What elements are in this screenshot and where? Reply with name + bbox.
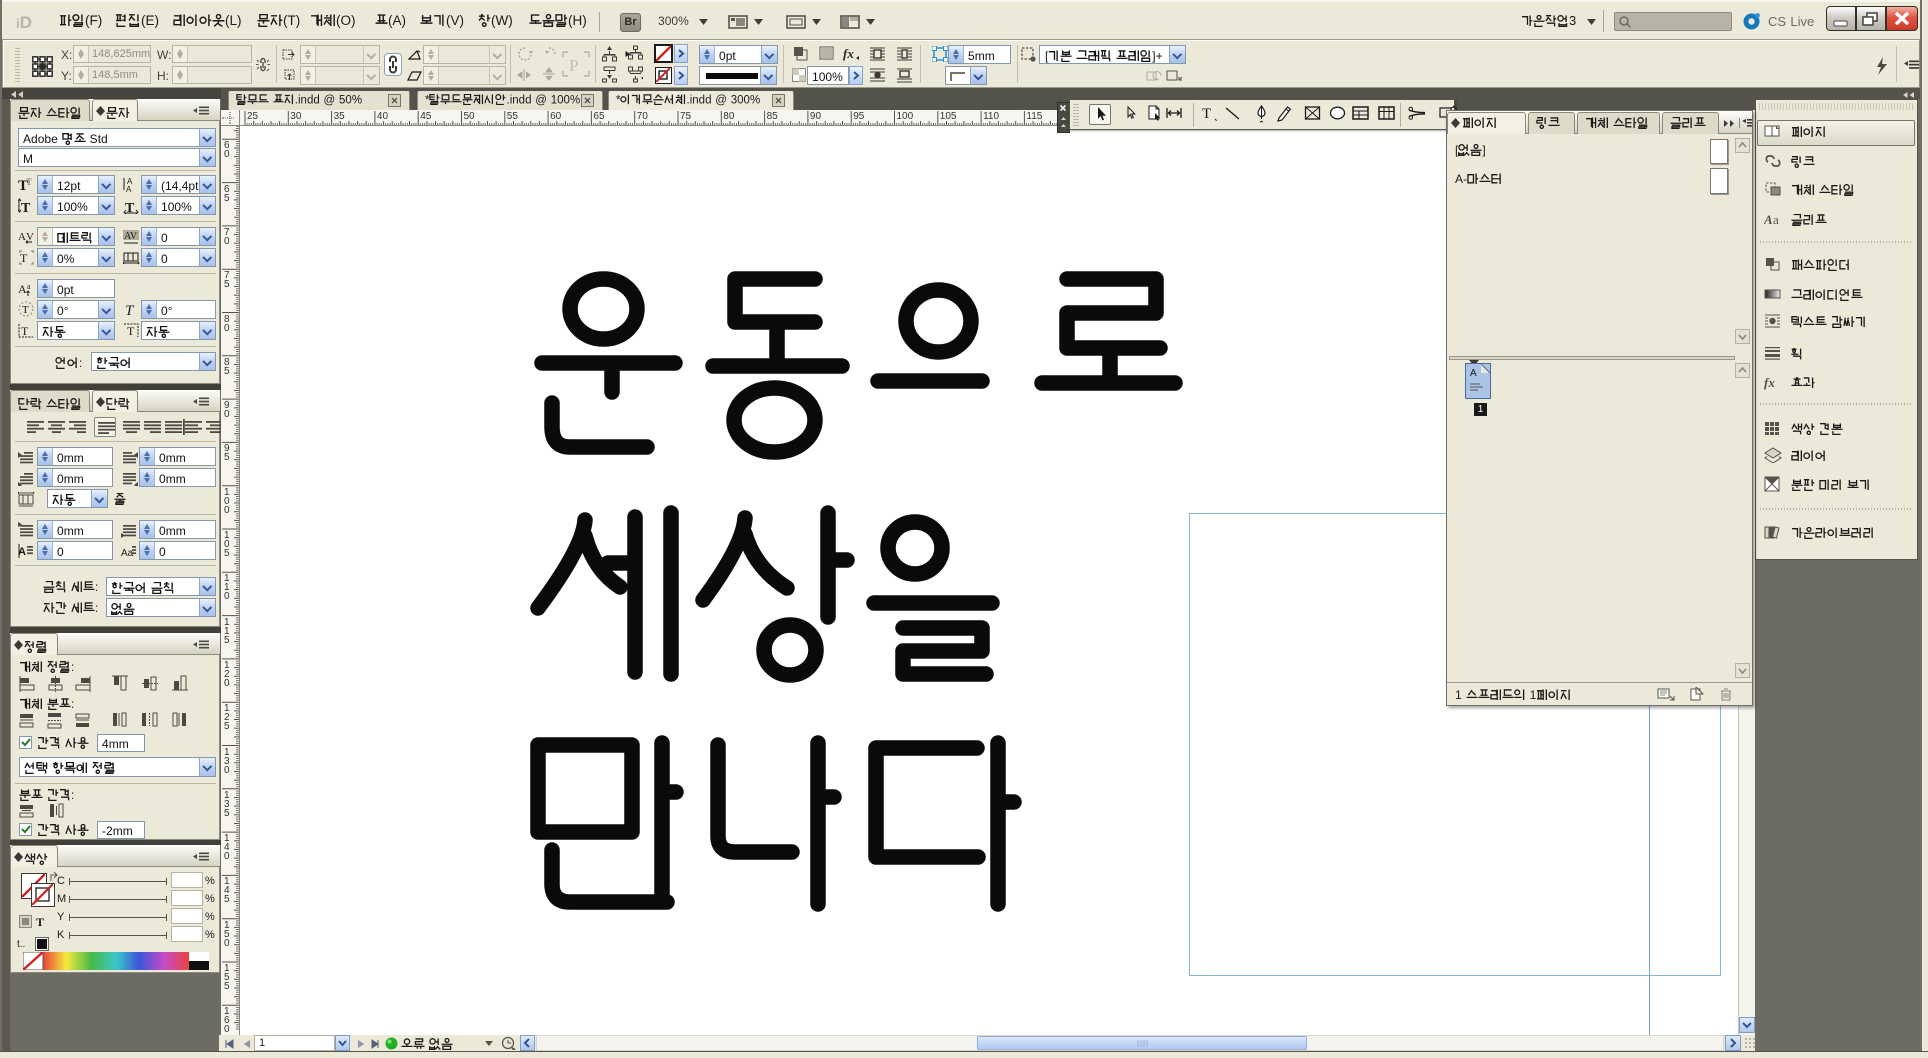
svg-text:A: A [1764,212,1773,227]
svg-text:T: T [36,915,44,928]
svg-text:a: a [27,282,31,291]
svg-text:fx: fx [1764,375,1775,390]
svg-text:T: T [20,251,28,265]
svg-text:A: A [18,282,27,296]
svg-text:T: T [21,324,29,338]
svg-text:A: A [18,231,26,243]
svg-text:T: T [125,201,135,214]
svg-text:P: P [569,56,578,75]
svg-text:T: T [1202,106,1211,122]
svg-text:A: A [126,185,132,193]
svg-text:T: T [26,177,32,187]
svg-text:AV: AV [124,231,138,242]
svg-text:t..: t.. [17,939,25,950]
svg-text:T: T [125,303,135,318]
svg-text:A: A [1470,368,1477,379]
svg-text:fx: fx [843,46,854,61]
svg-text:Aa: Aa [121,548,134,559]
svg-text:T: T [21,201,31,214]
svg-text:T: T [22,304,29,316]
svg-text:a: a [1773,212,1779,227]
svg-text:T: T [127,324,135,338]
